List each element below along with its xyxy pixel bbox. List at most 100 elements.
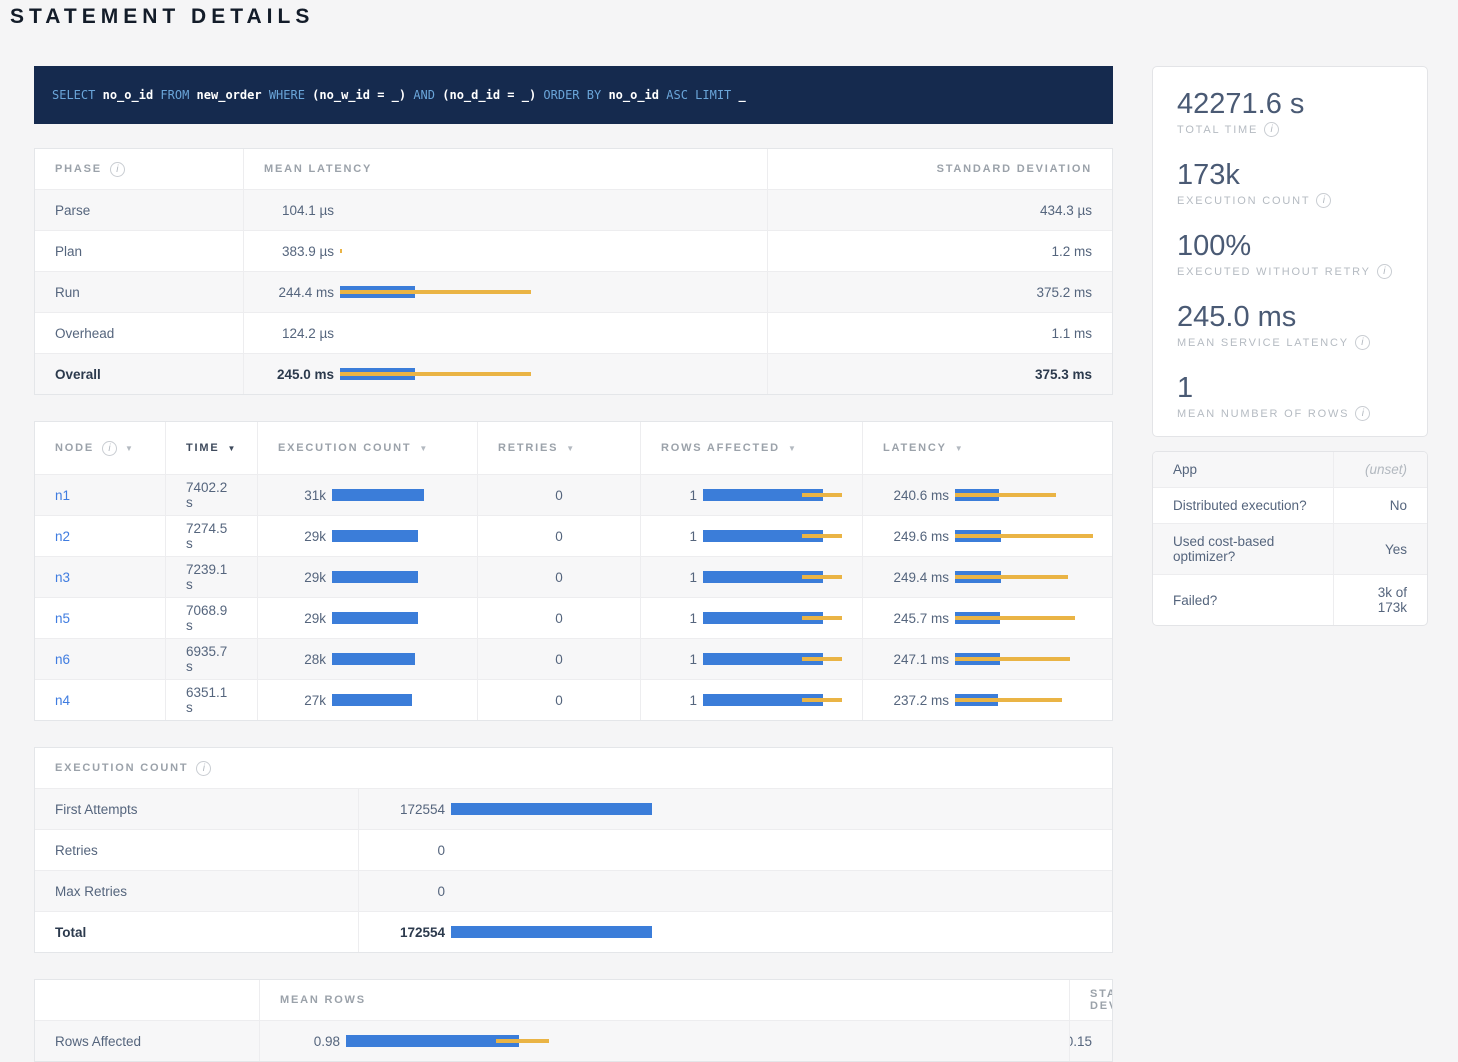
exec-row-label: First Attempts [35,789,358,829]
column-header: MEAN ROWS [259,980,1069,1020]
stat-value: 1 [1177,371,1403,405]
latency-bar-chart [955,487,1056,503]
exec-value-cell: 172554 [358,789,1112,829]
info-icon[interactable]: i [1316,193,1331,208]
bar-stddev-segment [955,534,1093,538]
summary-stats-card: 42271.6 sTOTAL TIMEi173kEXECUTION COUNTi… [1152,66,1428,437]
sort-arrow-icon[interactable]: ▼ [955,444,965,453]
bar-mean-segment [332,530,418,542]
info-icon[interactable]: i [1355,406,1370,421]
std-dev-value: 1.2 ms [767,231,1112,271]
count-bar-chart [332,528,418,544]
node-link[interactable]: n3 [55,570,70,585]
mean-rows-cell: 0.98 [259,1021,1069,1061]
node-cell: n1 [35,475,165,515]
bar-stddev-segment [340,249,342,253]
rows-affected-cell: 1 [640,557,862,597]
sort-arrow-icon[interactable]: ▼ [566,444,576,453]
stat-value: 245.0 ms [1177,300,1403,334]
node-link[interactable]: n1 [55,488,70,503]
exec-count-cell: 29k [257,557,477,597]
bar-stddev-segment [496,1039,549,1043]
stat-label-text: MEAN SERVICE LATENCY [1177,337,1349,349]
table-row: n27274.5 s29k01249.6 ms [35,515,1112,556]
bar-stddev-segment [955,616,1075,620]
rows-bar-chart [703,528,842,544]
node-link[interactable]: n6 [55,652,70,667]
exec-count-cell: 31k [257,475,477,515]
time-value: 7068.9 s [165,598,257,638]
info-icon[interactable]: i [1355,335,1370,350]
std-dev-value: 375.2 ms [767,272,1112,312]
bar-stddev-segment [802,657,842,661]
phase-mean-cell: 383.9 µs [243,231,767,271]
info-icon[interactable]: i [1264,122,1279,137]
mean-latency-value: 244.4 ms [264,285,334,300]
exec-row-label: Total [35,912,358,952]
node-table-header: NODEi▼TIME▼EXECUTION COUNT▼RETRIES▼ROWS … [35,422,1112,474]
table-row: n46351.1 s27k01237.2 ms [35,679,1112,720]
column-header[interactable]: NODEi▼ [35,422,165,474]
info-icon[interactable]: i [1377,264,1392,279]
node-link[interactable]: n4 [55,693,70,708]
rows-table-header: MEAN ROWSSTANDARD DEVIATION [35,980,1112,1020]
attribute-value: No [1333,488,1427,523]
sort-arrow-icon[interactable]: ▼ [419,444,429,453]
column-header-label: STANDARD DEVIATION [937,163,1092,175]
exec-count-cell: 29k [257,516,477,556]
column-header[interactable]: TIME ▼ [165,422,257,474]
latency-bar-chart [955,610,1075,626]
bar-stddev-segment [955,575,1068,579]
sql-keyword: AND [413,88,435,102]
table-row: n37239.1 s29k01249.4 ms [35,556,1112,597]
phase-mean-cell: 104.1 µs [243,190,767,230]
node-link[interactable]: n2 [55,529,70,544]
sql-keyword: FROM [160,88,189,102]
stat-value: 100% [1177,229,1403,263]
sql-identifier: no_o_id [103,88,154,102]
rows-bar-chart [346,1033,549,1049]
column-header-label: TIME [186,442,219,454]
node-link[interactable]: n5 [55,611,70,626]
retries-value: 0 [477,475,640,515]
rows-bar-chart [703,569,842,585]
attribute-row: Distributed execution?No [1153,487,1427,523]
bar-stddev-segment [340,290,531,294]
info-icon[interactable]: i [102,441,117,456]
column-header[interactable]: ROWS AFFECTED▼ [640,422,862,474]
sql-keyword: ORDER BY [543,88,601,102]
sql-identifier: (no_w_id = _) [312,88,406,102]
sql-statement: SELECT no_o_id FROM new_order WHERE (no_… [52,88,746,102]
sort-arrow-icon[interactable]: ▼ [227,444,237,453]
retries-value: 0 [477,639,640,679]
latency-bar-chart [340,366,531,382]
latency-bar-chart [955,651,1070,667]
sql-statement-box: SELECT no_o_id FROM new_order WHERE (no_… [34,66,1113,124]
time-value: 6935.7 s [165,639,257,679]
column-header[interactable]: EXECUTION COUNT▼ [257,422,477,474]
node-cell: n5 [35,598,165,638]
latency-bar-chart [340,284,531,300]
summary-stat: 1MEAN NUMBER OF ROWSi [1177,371,1403,421]
info-icon[interactable]: i [110,162,125,177]
count-bar-chart [332,610,418,626]
stat-label-text: EXECUTED WITHOUT RETRY [1177,266,1371,278]
column-header: MEAN LATENCY [243,149,767,189]
sort-arrow-icon[interactable]: ▼ [788,444,798,453]
exec-value-cell: 0 [358,830,1112,870]
std-dev-value: 375.3 ms [767,354,1112,394]
attribute-label: Failed? [1153,575,1333,625]
sort-arrow-icon[interactable]: ▼ [125,444,135,453]
column-header-label: LATENCY [883,442,947,454]
bar-mean-segment [451,803,652,815]
info-icon[interactable]: i [196,761,211,776]
rows-affected-value: 1 [661,652,697,667]
rows-affected-cell: 1 [640,475,862,515]
rows-bar-chart [703,487,842,503]
std-dev-value: 434.3 µs [767,190,1112,230]
column-header[interactable]: LATENCY ▼ [862,422,1112,474]
latency-bar-chart [955,528,1093,544]
phase-label: Parse [35,190,243,230]
sql-keyword: SELECT [52,88,95,102]
column-header[interactable]: RETRIES▼ [477,422,640,474]
